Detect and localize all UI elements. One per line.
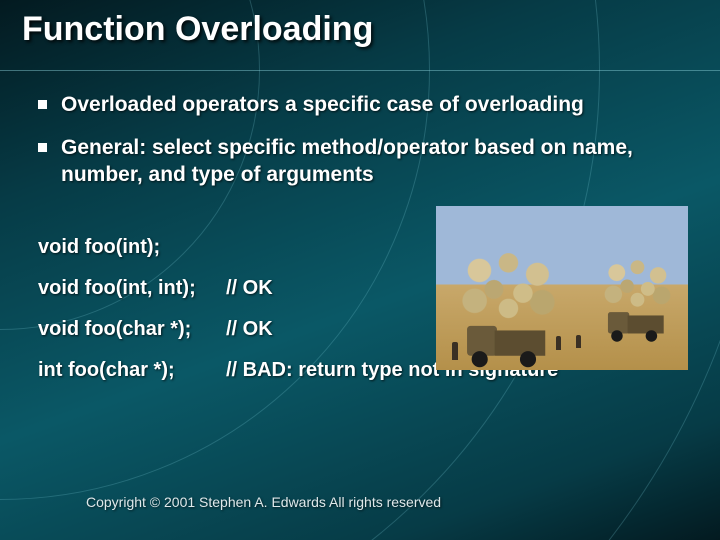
copyright-text: Copyright © 2001 Stephen A. Edwards All … — [86, 494, 441, 510]
bullet-text: General: select specific method/operator… — [61, 135, 690, 189]
bullet-list: Overloaded operators a specific case of … — [38, 92, 690, 205]
person-icon — [452, 342, 458, 360]
truck-icon — [460, 287, 550, 368]
slide-title: Function Overloading — [22, 10, 373, 49]
code-declaration: void foo(int); — [38, 236, 226, 259]
bullet-text: Overloaded operators a specific case of … — [61, 92, 584, 119]
code-comment: // OK — [226, 318, 273, 341]
list-item: Overloaded operators a specific case of … — [38, 92, 690, 119]
code-declaration: void foo(int, int); — [38, 277, 226, 300]
title-underline — [0, 70, 720, 71]
code-comment: // OK — [226, 277, 273, 300]
bullet-icon — [38, 100, 47, 109]
person-icon — [556, 336, 561, 350]
code-declaration: void foo(char *); — [38, 318, 226, 341]
bullet-icon — [38, 143, 47, 152]
list-item: General: select specific method/operator… — [38, 135, 690, 189]
code-declaration: int foo(char *); — [38, 359, 226, 382]
person-icon — [576, 335, 581, 348]
overloaded-trucks-image — [436, 206, 688, 370]
truck-icon — [603, 284, 667, 341]
